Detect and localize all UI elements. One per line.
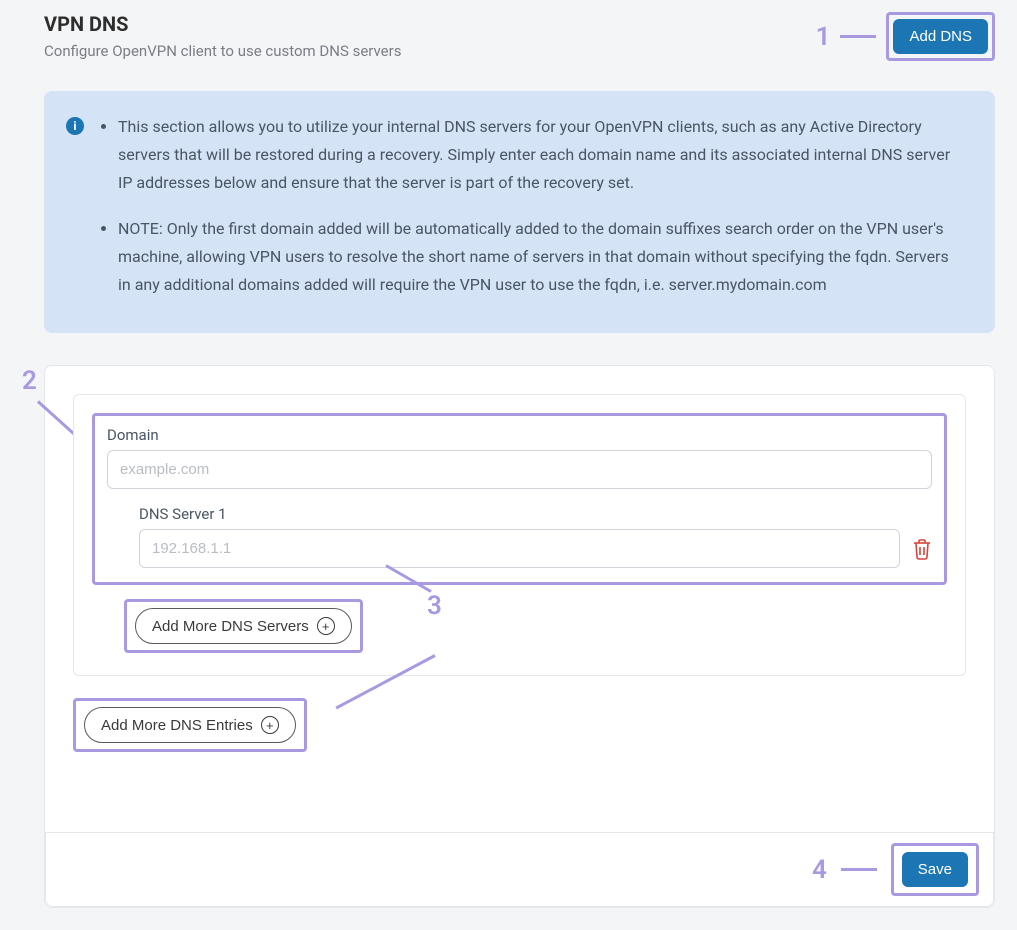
callout-4-line <box>841 868 877 871</box>
callout-1-highlight: Add DNS <box>886 12 995 61</box>
add-more-dns-entries-label: Add More DNS Entries <box>101 717 253 734</box>
callout-2-number: 2 <box>22 366 37 396</box>
info-bullet-2: NOTE: Only the first domain added will b… <box>118 215 963 299</box>
callout-1-number: 1 <box>816 22 831 52</box>
callout-1-line <box>840 35 876 38</box>
callout-4-highlight: Save <box>891 843 979 896</box>
callout-2-highlight: Domain DNS Server 1 <box>92 413 947 585</box>
info-icon: i <box>66 117 84 135</box>
trash-icon[interactable] <box>912 538 932 560</box>
domain-input[interactable] <box>107 450 932 489</box>
page-subtitle: Configure OpenVPN client to use custom D… <box>44 42 401 60</box>
save-button[interactable]: Save <box>902 852 968 887</box>
callout-3-number: 3 <box>427 591 442 621</box>
callout-4-number: 4 <box>812 855 827 885</box>
add-more-dns-servers-button[interactable]: Add More DNS Servers + <box>135 608 352 644</box>
add-more-dns-servers-label: Add More DNS Servers <box>152 618 309 635</box>
dns-server-input[interactable] <box>139 529 900 568</box>
callout-3-highlight-servers: Add More DNS Servers + <box>124 599 363 653</box>
dns-server-label: DNS Server 1 <box>139 505 932 523</box>
callout-3-highlight-entries: Add More DNS Entries + <box>73 698 307 752</box>
info-bullet-1: This section allows you to utilize your … <box>118 113 963 197</box>
dns-entry: Domain DNS Server 1 <box>73 394 966 676</box>
plus-icon: + <box>261 716 279 734</box>
domain-label: Domain <box>107 426 932 444</box>
add-dns-button[interactable]: Add DNS <box>893 19 988 54</box>
add-more-dns-entries-button[interactable]: Add More DNS Entries + <box>84 707 296 743</box>
page-title: VPN DNS <box>44 12 401 36</box>
info-banner: i This section allows you to utilize you… <box>44 91 995 333</box>
plus-icon: + <box>317 617 335 635</box>
